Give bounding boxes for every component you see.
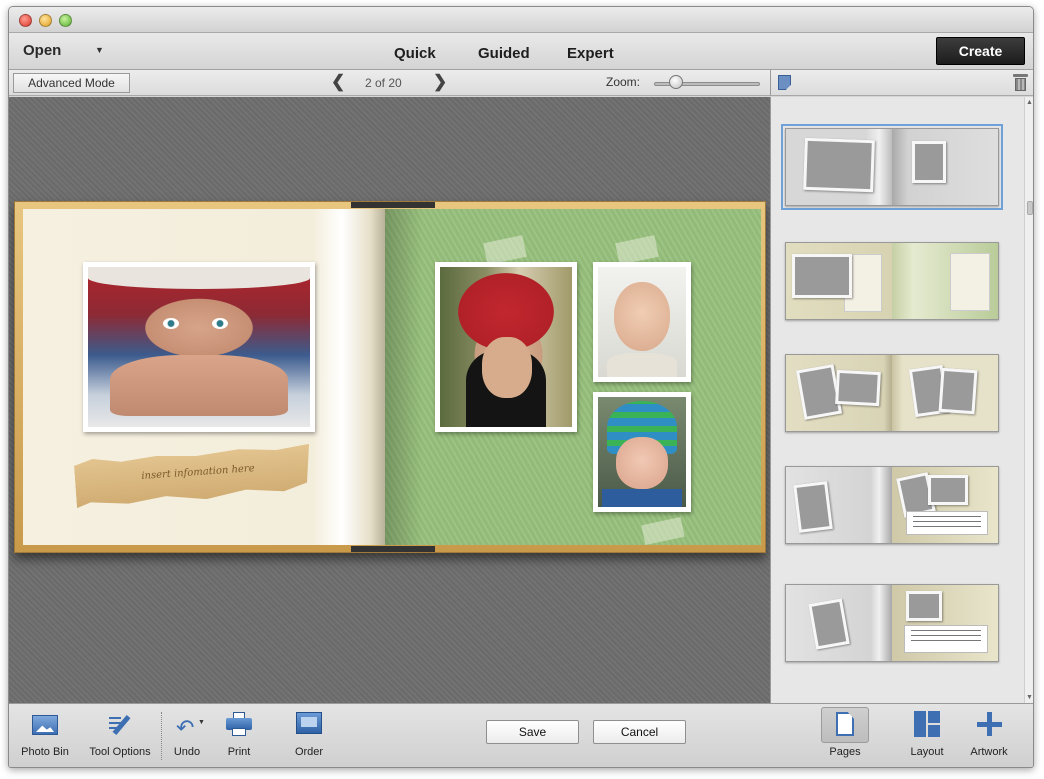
trash-icon[interactable] [1013, 74, 1028, 91]
close-window-button[interactable] [19, 14, 32, 27]
printer-icon [224, 710, 254, 738]
pages-label: Pages [829, 746, 861, 758]
page-indicator: 2 of 20 [365, 76, 402, 90]
previous-page-icon[interactable]: ❮ [331, 72, 345, 92]
undo-button[interactable]: ↶ ▼ Undo [167, 710, 207, 759]
left-page[interactable]: insert infomation here [23, 209, 385, 545]
panel-header [770, 70, 1033, 96]
layouts-panel: ▲ ▼ [770, 97, 1033, 703]
book-spine-bottom [351, 546, 435, 552]
scroll-up-icon[interactable]: ▲ [1026, 99, 1033, 106]
app-window: Open ▼ Quick Guided Expert Create Advanc… [8, 6, 1034, 768]
print-label: Print [227, 746, 251, 758]
layout-thumbnail[interactable] [785, 242, 999, 320]
photo-boy-with-toothpick[interactable] [83, 262, 315, 432]
tab-guided[interactable]: Guided [478, 45, 530, 62]
photo-tape [483, 235, 527, 265]
save-button[interactable]: Save [486, 720, 579, 744]
scrollbar-thumb[interactable] [1027, 201, 1033, 215]
photo-baby[interactable] [593, 262, 691, 382]
photo-bin-button[interactable]: Photo Bin [17, 710, 73, 758]
pages-icon [830, 710, 860, 738]
undo-label: Undo [173, 746, 201, 758]
layout-thumbnail[interactable] [785, 584, 999, 662]
advanced-mode-button[interactable]: Advanced Mode [13, 73, 130, 93]
zoom-window-button[interactable] [59, 14, 72, 27]
undo-icon: ↶ ▼ [176, 715, 205, 740]
pages-button[interactable]: Pages [821, 710, 869, 758]
photo-boy-knit-hat[interactable] [593, 392, 691, 512]
photo-bin-icon [30, 710, 60, 738]
photo-tape [641, 517, 685, 545]
photo-book-spread: insert infomation here [14, 201, 766, 553]
photo-bin-label: Photo Bin [21, 746, 69, 758]
tool-options-icon [105, 710, 135, 738]
options-bar: Advanced Mode ❮ 2 of 20 ❯ Zoom: [9, 70, 770, 96]
layouts-scrollbar[interactable]: ▲ ▼ [1024, 97, 1033, 703]
order-icon [294, 710, 324, 738]
photo-girl-red-hat[interactable] [435, 262, 577, 432]
scroll-down-icon[interactable]: ▼ [1026, 694, 1033, 701]
book-spine-top [351, 202, 435, 208]
bottom-toolbar: Photo Bin Tool Options ↶ ▼ Undo Print Or… [9, 703, 1033, 767]
canvas-area: insert infomation here [9, 97, 770, 703]
tool-options-button[interactable]: Tool Options [83, 710, 157, 758]
layout-label: Layout [910, 746, 944, 758]
zoom-slider-handle[interactable] [669, 75, 683, 89]
mode-bar: Open ▼ Quick Guided Expert Create [9, 33, 1033, 70]
order-label: Order [294, 746, 324, 758]
artwork-label: Artwork [970, 746, 1008, 758]
layout-icon [912, 710, 942, 738]
toolbar-divider [161, 712, 162, 760]
minimize-window-button[interactable] [39, 14, 52, 27]
create-button[interactable]: Create [936, 37, 1025, 65]
right-page[interactable] [385, 209, 761, 545]
plus-icon [974, 710, 1004, 738]
next-page-icon[interactable]: ❯ [433, 72, 447, 92]
order-button[interactable]: Order [285, 710, 333, 758]
print-button[interactable]: Print [221, 710, 257, 758]
tab-quick[interactable]: Quick [394, 45, 436, 62]
title-bar [9, 7, 1033, 33]
open-menu-button[interactable]: Open [23, 42, 61, 59]
zoom-label: Zoom: [606, 75, 641, 89]
artwork-button[interactable]: Artwork [965, 710, 1013, 758]
page-layout-icon[interactable] [778, 75, 791, 90]
tool-options-label: Tool Options [89, 746, 151, 758]
cancel-button[interactable]: Cancel [593, 720, 686, 744]
tab-expert[interactable]: Expert [567, 45, 614, 62]
chevron-down-icon[interactable]: ▼ [95, 45, 104, 55]
layout-thumbnail[interactable] [781, 124, 1003, 210]
layout-button[interactable]: Layout [903, 710, 951, 758]
layout-thumbnail[interactable] [785, 466, 999, 544]
layout-thumbnail[interactable] [785, 354, 999, 432]
photo-tape [615, 235, 659, 265]
